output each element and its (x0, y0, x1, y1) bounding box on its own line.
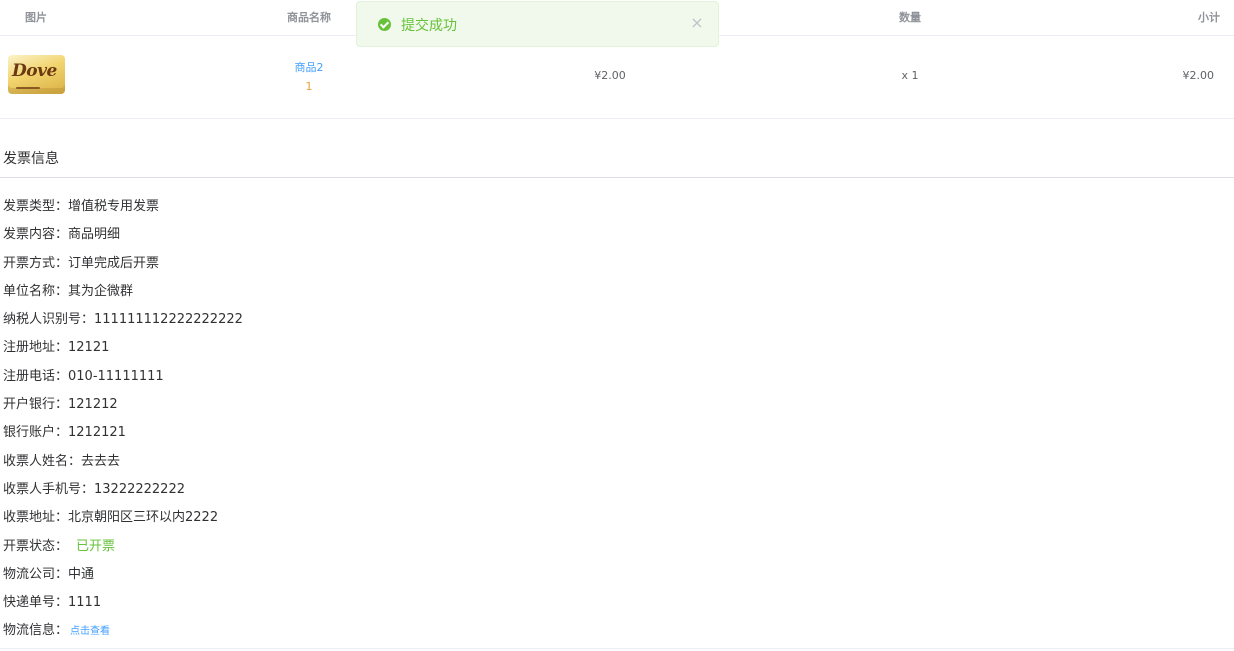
product-subtotal: ¥2.00 (1182, 69, 1215, 82)
field-value: 1212121 (68, 425, 126, 441)
recipient-phone-row: 收票人手机号：13222222222 (3, 481, 243, 509)
field-value: 12121 (68, 340, 110, 356)
field-label: 开票状态： (3, 538, 69, 554)
invoice-method-row: 开票方式：订单完成后开票 (3, 255, 243, 283)
bank-account-row: 银行账户：1212121 (3, 424, 243, 452)
field-value: 中通 (68, 566, 95, 582)
field-label: 收票地址： (3, 510, 69, 526)
field-value: 北京朝阳区三环以内2222 (68, 510, 219, 526)
field-value: 商品明细 (68, 227, 121, 243)
success-toast: 提交成功 × (356, 1, 719, 47)
field-label: 发票内容： (3, 227, 69, 243)
company-name-row: 单位名称：其为企微群 (3, 283, 243, 311)
invoice-type-row: 发票类型：增值税专用发票 (3, 198, 243, 226)
field-label: 物流信息： (3, 623, 69, 639)
tracking-number-row: 快递单号：1111 (3, 594, 243, 622)
field-value: 010-11111111 (68, 368, 164, 384)
product-image-logo: Dove (12, 61, 57, 81)
invoice-info-list: 发票类型：增值税专用发票 发票内容：商品明细 开票方式：订单完成后开票 单位名称… (3, 198, 243, 651)
field-value: 1111 (68, 595, 102, 611)
field-label: 收票人姓名： (3, 453, 82, 469)
table-row: Dove 商品2 1 ¥2.00 x 1 ¥2.00 (0, 37, 1234, 119)
field-label: 开户银行： (3, 397, 69, 413)
field-label: 银行账户： (3, 425, 69, 441)
field-value: 去去去 (81, 453, 121, 469)
field-label: 单位名称： (3, 283, 69, 299)
recipient-name-row: 收票人姓名：去去去 (3, 453, 243, 481)
product-name-link[interactable]: 商品2 (250, 59, 368, 75)
taxpayer-id-row: 纳税人识别号：111111112222222222 (3, 311, 243, 339)
field-value: 13222222222 (94, 481, 185, 497)
field-value: 111111112222222222 (94, 312, 243, 328)
dove-chocolate-product-image: Dove (8, 55, 65, 94)
header-quantity: 数量 (899, 11, 921, 24)
product-price: ¥2.00 (594, 69, 626, 82)
field-label: 纳税人识别号： (3, 312, 95, 328)
field-value: 其为企微群 (68, 283, 134, 299)
logistics-info-row: 物流信息： 点击查看 (3, 622, 243, 650)
invoice-content-row: 发票内容：商品明细 (3, 226, 243, 254)
logistics-company-row: 物流公司：中通 (3, 566, 243, 594)
field-label: 注册地址： (3, 340, 69, 356)
registered-address-row: 注册地址：12121 (3, 339, 243, 367)
toast-message: 提交成功 (401, 18, 457, 34)
field-value: 121212 (68, 397, 118, 413)
recipient-address-row: 收票地址：北京朝阳区三环以内2222 (3, 509, 243, 537)
product-number: 1 (305, 80, 313, 93)
invoice-section-title: 发票信息 (3, 151, 59, 167)
field-label: 快递单号： (3, 595, 69, 611)
product-image-detail (16, 87, 40, 89)
header-subtotal: 小计 (1198, 11, 1220, 24)
header-image: 图片 (25, 11, 47, 24)
header-product-name: 商品名称 (287, 11, 331, 24)
field-value: 增值税专用发票 (68, 199, 160, 214)
field-label: 收票人手机号： (3, 481, 95, 497)
close-icon[interactable]: × (690, 14, 704, 32)
field-value: 订单完成后开票 (68, 255, 160, 271)
success-check-icon (378, 18, 391, 31)
field-label: 发票类型： (3, 199, 69, 214)
product-quantity: x 1 (901, 69, 919, 82)
view-logistics-link[interactable]: 点击查看 (70, 626, 110, 637)
field-label: 开票方式： (3, 255, 69, 271)
invoice-status-row: 开票状态： 已开票 (3, 538, 243, 566)
registered-phone-row: 注册电话：010-11111111 (3, 368, 243, 396)
field-label: 物流公司： (3, 566, 69, 582)
field-label: 注册电话： (3, 368, 69, 384)
bank-name-row: 开户银行：121212 (3, 396, 243, 424)
section-divider (0, 177, 1234, 178)
invoice-status-badge: 已开票 (76, 538, 116, 554)
